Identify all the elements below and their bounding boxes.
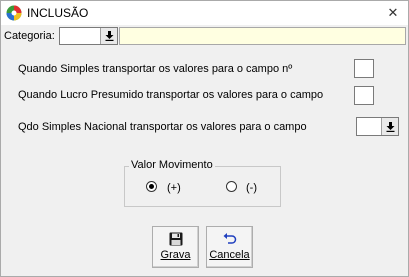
inclusao-dialog: INCLUSÃO ✕ Categoria: Quando Simples tra… xyxy=(0,0,409,277)
radio-negativo-label[interactable]: (-) xyxy=(246,182,257,194)
categoria-description-field[interactable] xyxy=(119,27,406,45)
simples-label: Quando Simples transportar os valores pa… xyxy=(18,63,293,75)
categoria-combo[interactable] xyxy=(59,27,118,45)
categoria-label: Categoria: xyxy=(4,30,55,42)
simples-field[interactable] xyxy=(354,59,374,78)
window-title: INCLUSÃO xyxy=(27,6,89,20)
download-arrow-icon xyxy=(105,31,114,41)
simples-nacional-combo[interactable] xyxy=(356,117,399,136)
simples-nacional-label: Qdo Simples Nacional transportar os valo… xyxy=(18,121,307,133)
download-arrow-icon xyxy=(386,121,395,132)
valor-movimento-title: Valor Movimento xyxy=(129,159,215,171)
cancela-button-label: Cancela xyxy=(209,249,250,261)
close-button[interactable]: ✕ xyxy=(378,1,408,25)
grava-button[interactable]: Grava xyxy=(152,226,199,268)
cancela-button[interactable]: Cancela xyxy=(206,226,253,268)
simples-nacional-dropdown-button[interactable] xyxy=(381,118,398,135)
app-icon xyxy=(6,5,22,21)
undo-arrow-icon xyxy=(223,232,237,247)
grava-button-label: Grava xyxy=(160,249,191,261)
floppy-disk-icon xyxy=(169,232,183,249)
radio-negativo[interactable] xyxy=(226,181,237,192)
lucro-presumido-field[interactable] xyxy=(354,86,374,105)
categoria-dropdown-button[interactable] xyxy=(100,28,117,44)
radio-positivo[interactable] xyxy=(146,181,157,192)
radio-positivo-label[interactable]: (+) xyxy=(167,182,181,194)
title-bar[interactable]: INCLUSÃO ✕ xyxy=(1,1,408,25)
lucro-presumido-label: Quando Lucro Presumido transportar os va… xyxy=(18,89,324,101)
